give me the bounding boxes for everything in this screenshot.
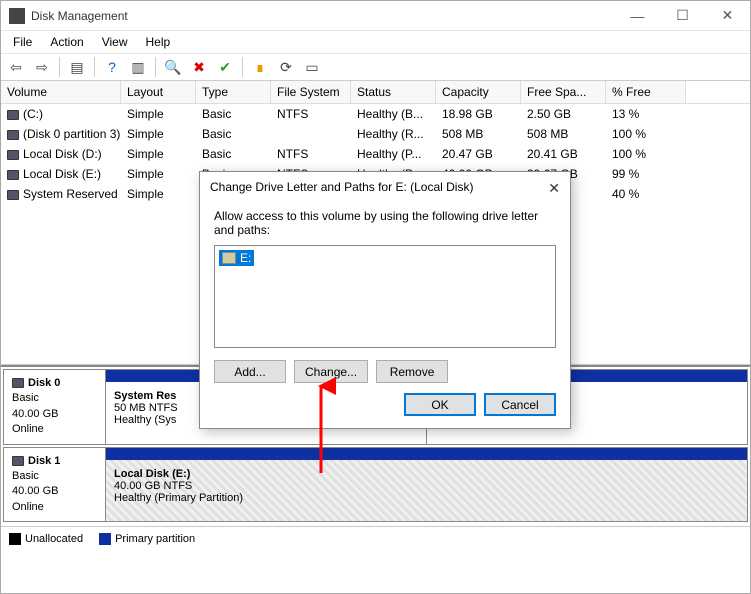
new-icon[interactable]: ∎ <box>249 56 271 78</box>
change-drive-letter-dialog: Change Drive Letter and Paths for E: (Lo… <box>199 171 571 429</box>
layout-icon[interactable]: ▭ <box>301 56 323 78</box>
dialog-titlebar: Change Drive Letter and Paths for E: (Lo… <box>200 172 570 205</box>
partition[interactable]: Local Disk (E:)40.00 GB NTFSHealthy (Pri… <box>106 448 747 522</box>
disk-info[interactable]: Disk 0Basic40.00 GBOnline <box>3 369 106 445</box>
menu-bar: File Action View Help <box>1 31 750 53</box>
ok-button[interactable]: OK <box>404 393 476 416</box>
forward-icon[interactable]: ⇨ <box>31 56 53 78</box>
dialog-title: Change Drive Letter and Paths for E: (Lo… <box>210 180 548 197</box>
disk-partitions: Local Disk (E:)40.00 GB NTFSHealthy (Pri… <box>106 447 748 523</box>
change-button[interactable]: Change... <box>294 360 368 383</box>
scan-icon[interactable]: 🔍 <box>162 56 184 78</box>
refresh-icon[interactable]: ⟳ <box>275 56 297 78</box>
add-button[interactable]: Add... <box>214 360 286 383</box>
drive-icon <box>222 252 236 264</box>
col-type[interactable]: Type <box>196 81 271 103</box>
col-layout[interactable]: Layout <box>121 81 196 103</box>
dialog-close-icon[interactable]: ✕ <box>548 180 560 197</box>
delete-icon[interactable]: ✖ <box>188 56 210 78</box>
menu-file[interactable]: File <box>5 33 40 51</box>
back-icon[interactable]: ⇦ <box>5 56 27 78</box>
volume-row[interactable]: (Disk 0 partition 3)SimpleBasicHealthy (… <box>1 124 750 144</box>
help-icon[interactable]: ? <box>101 56 123 78</box>
col-capacity[interactable]: Capacity <box>436 81 521 103</box>
properties-icon[interactable]: ▤ <box>66 56 88 78</box>
toolbar: ⇦ ⇨ ▤ ? ▥ 🔍 ✖ ✔ ∎ ⟳ ▭ <box>1 53 750 81</box>
show-hide-icon[interactable]: ▥ <box>127 56 149 78</box>
legend-unallocated: Unallocated <box>9 533 83 545</box>
dialog-message: Allow access to this volume by using the… <box>214 209 556 237</box>
cancel-button[interactable]: Cancel <box>484 393 556 416</box>
check-icon[interactable]: ✔ <box>214 56 236 78</box>
minimize-button[interactable]: — <box>615 1 660 30</box>
disk-info[interactable]: Disk 1Basic40.00 GBOnline <box>3 447 106 523</box>
window-title: Disk Management <box>31 9 615 23</box>
separator <box>155 57 156 77</box>
menu-help[interactable]: Help <box>138 33 179 51</box>
legend: Unallocated Primary partition <box>1 526 750 551</box>
col-status[interactable]: Status <box>351 81 436 103</box>
drive-letter: E: <box>240 251 251 265</box>
drive-list-item[interactable]: E: <box>219 250 254 266</box>
disk-row: Disk 1Basic40.00 GBOnlineLocal Disk (E:)… <box>3 447 748 523</box>
menu-action[interactable]: Action <box>42 33 91 51</box>
legend-primary: Primary partition <box>99 533 195 545</box>
remove-button[interactable]: Remove <box>376 360 448 383</box>
title-bar: Disk Management — ☐ ✕ <box>1 1 750 31</box>
drive-list[interactable]: E: <box>214 245 556 348</box>
volume-row[interactable]: Local Disk (D:)SimpleBasicNTFSHealthy (P… <box>1 144 750 164</box>
app-icon <box>9 8 25 24</box>
col-volume[interactable]: Volume <box>1 81 121 103</box>
volume-header: Volume Layout Type File System Status Ca… <box>1 81 750 104</box>
separator <box>94 57 95 77</box>
window-controls: — ☐ ✕ <box>615 1 750 30</box>
menu-view[interactable]: View <box>94 33 136 51</box>
col-free[interactable]: Free Spa... <box>521 81 606 103</box>
separator <box>59 57 60 77</box>
maximize-button[interactable]: ☐ <box>660 1 705 30</box>
col-pfree[interactable]: % Free <box>606 81 686 103</box>
volume-row[interactable]: (C:)SimpleBasicNTFSHealthy (B...18.98 GB… <box>1 104 750 124</box>
close-button[interactable]: ✕ <box>705 1 750 30</box>
col-filesystem[interactable]: File System <box>271 81 351 103</box>
separator <box>242 57 243 77</box>
